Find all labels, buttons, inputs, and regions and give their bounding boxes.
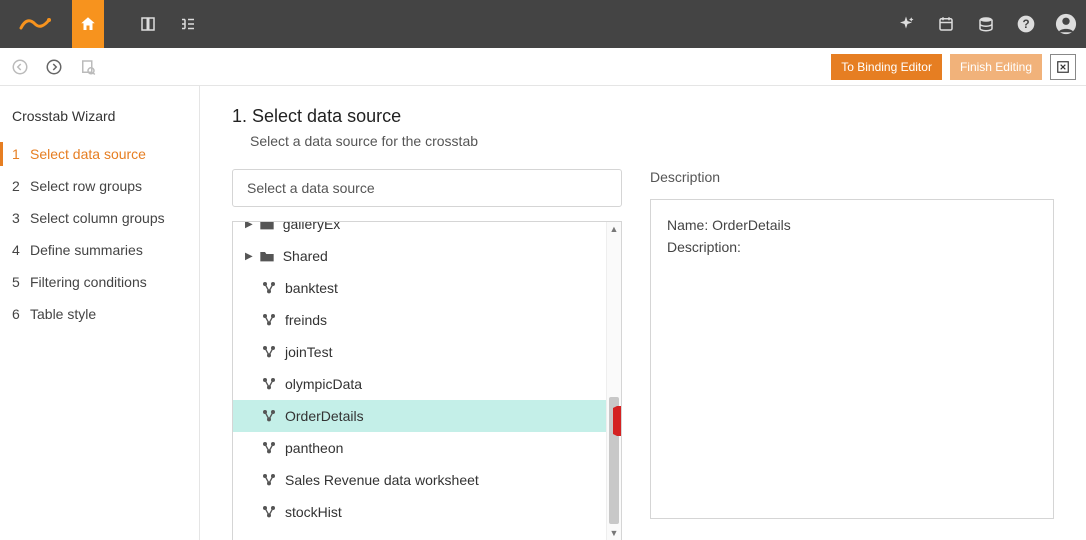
tree-item[interactable]: joinTest	[233, 336, 621, 368]
app-logo	[0, 0, 72, 48]
tree-item[interactable]: stockHist	[233, 496, 621, 528]
worksheet-icon	[261, 377, 277, 391]
scrollbar-thumb[interactable]	[609, 397, 619, 524]
wizard-step-3[interactable]: 3 Select column groups	[0, 202, 199, 234]
folder-icon	[259, 221, 275, 231]
top-nav-bar: ?	[0, 0, 1086, 48]
preview-icon[interactable]	[78, 57, 98, 77]
worksheet-icon	[261, 345, 277, 359]
page-heading: 1. Select data source	[232, 106, 1054, 127]
tree-item[interactable]: pantheon	[233, 432, 621, 464]
description-label: Description	[650, 169, 1054, 185]
to-binding-editor-button[interactable]: To Binding Editor	[831, 54, 942, 80]
wizard-main-panel: 1. Select data source Select a data sour…	[200, 86, 1086, 540]
svg-text:?: ?	[1022, 18, 1029, 31]
scroll-up-icon[interactable]: ▲	[607, 222, 621, 236]
schedule-icon[interactable]	[926, 0, 966, 48]
wizard-title: Crosstab Wizard	[0, 104, 199, 138]
datasource-search-input[interactable]: Select a data source	[232, 169, 622, 207]
worksheet-icon	[261, 441, 277, 455]
datasource-tree: ▶ galleryEx ▶ Shared banktest	[232, 221, 622, 540]
wizard-step-5[interactable]: 5 Filtering conditions	[0, 266, 199, 298]
nav-hierarchy-icon[interactable]	[168, 0, 208, 48]
database-icon[interactable]	[966, 0, 1006, 48]
tree-folder[interactable]: ▶ Shared	[233, 240, 621, 272]
finish-editing-button[interactable]: Finish Editing	[950, 54, 1042, 80]
sub-toolbar: To Binding Editor Finish Editing	[0, 48, 1086, 86]
worksheet-icon	[261, 313, 277, 327]
worksheet-icon	[261, 473, 277, 487]
wizard-step-2[interactable]: 2 Select row groups	[0, 170, 199, 202]
tree-item[interactable]: olympicData	[233, 368, 621, 400]
tree-item-selected[interactable]: OrderDetails	[233, 400, 621, 432]
wizard-sidebar: Crosstab Wizard 1 Select data source 2 S…	[0, 86, 200, 540]
back-icon[interactable]	[10, 57, 30, 77]
tree-folder[interactable]: ▶ galleryEx	[233, 221, 621, 240]
folder-icon	[259, 249, 275, 263]
nav-book-icon[interactable]	[128, 0, 168, 48]
page-subheading: Select a data source for the crosstab	[250, 133, 1054, 149]
worksheet-icon	[261, 409, 277, 423]
worksheet-icon	[261, 281, 277, 295]
wizard-step-6[interactable]: 6 Table style	[0, 298, 199, 330]
help-icon[interactable]: ?	[1006, 0, 1046, 48]
wizard-step-1[interactable]: 1 Select data source	[0, 138, 199, 170]
account-icon[interactable]	[1046, 0, 1086, 48]
wizard-step-4[interactable]: 4 Define summaries	[0, 234, 199, 266]
home-button[interactable]	[72, 0, 104, 48]
forward-icon[interactable]	[44, 57, 64, 77]
tree-item[interactable]: banktest	[233, 272, 621, 304]
tree-item[interactable]: Sales Revenue data worksheet	[233, 464, 621, 496]
scrollbar[interactable]: ▲ ▼	[606, 222, 621, 540]
description-box: Name: OrderDetails Description:	[650, 199, 1054, 519]
scroll-down-icon[interactable]: ▼	[607, 526, 621, 540]
caret-right-icon: ▶	[245, 251, 253, 262]
sparkle-icon[interactable]	[886, 0, 926, 48]
tree-item[interactable]: freinds	[233, 304, 621, 336]
caret-right-icon: ▶	[245, 221, 253, 230]
close-button[interactable]	[1050, 54, 1076, 80]
worksheet-icon	[261, 505, 277, 519]
